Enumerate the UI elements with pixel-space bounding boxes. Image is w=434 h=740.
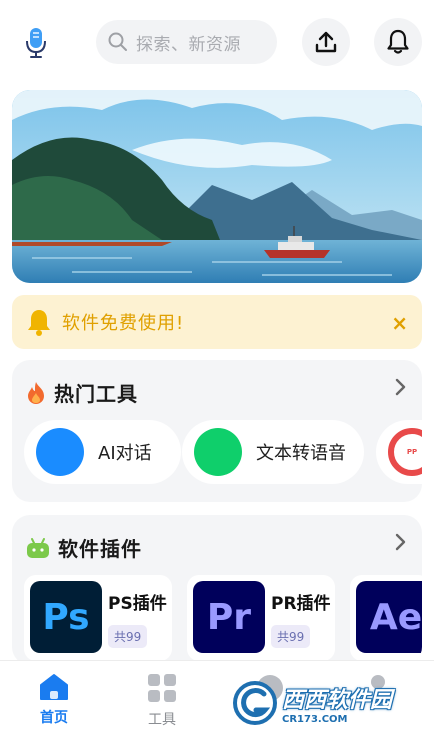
nav-tools[interactable]: 工具 <box>132 673 192 729</box>
tool-item-partial[interactable]: PP <box>376 420 422 484</box>
notice-close-button[interactable]: × <box>391 311 408 335</box>
plugin-count: 共99 <box>271 625 311 648</box>
tool-text-to-speech[interactable]: 文本转语音 <box>182 420 364 484</box>
chevron-right-icon[interactable] <box>394 378 406 396</box>
after-effects-logo: Ae <box>356 581 422 653</box>
watermark-url: CR173.COM <box>282 713 348 725</box>
watermark-text: 西西软件园 <box>282 687 393 713</box>
grid-icon <box>148 674 176 702</box>
fire-icon <box>28 381 44 404</box>
home-icon <box>40 674 68 700</box>
notice-bar: 软件免费使用! × <box>12 295 422 349</box>
plugin-count: 共99 <box>108 625 148 648</box>
search-bar[interactable]: 探索、新资源 <box>96 20 277 64</box>
plugin-name: PS插件 <box>108 594 167 614</box>
nav-label: 首页 <box>40 710 68 726</box>
notice-text: 软件免费使用! <box>62 313 185 334</box>
bell-icon <box>387 29 409 54</box>
android-icon <box>27 537 49 558</box>
mic-icon <box>26 28 46 58</box>
premiere-logo: Pr <box>193 581 265 653</box>
upload-icon <box>315 31 337 53</box>
plugin-name: PR插件 <box>271 594 331 614</box>
tool-label: AI对话 <box>98 443 152 464</box>
nav-label: 工具 <box>148 712 176 728</box>
tool-ai-chat[interactable]: AI对话 <box>24 420 181 484</box>
plugins-header: 软件插件 <box>26 533 142 562</box>
notification-button[interactable] <box>374 18 422 66</box>
tool-icon <box>36 428 84 476</box>
upload-button[interactable] <box>302 18 350 66</box>
nav-home[interactable]: 首页 <box>24 673 84 727</box>
watermark-logo-icon <box>233 681 277 725</box>
hot-tools-title: 热门工具 <box>54 382 138 406</box>
search-placeholder: 探索、新资源 <box>136 34 241 55</box>
search-icon <box>108 32 127 51</box>
landscape-illustration <box>12 90 422 283</box>
photoshop-logo: Ps <box>30 581 102 653</box>
banner-image[interactable] <box>12 90 422 283</box>
hot-tools-header: 热门工具 <box>26 378 138 407</box>
watermark: 西西软件园 CR173.COM <box>232 674 428 732</box>
plugin-ae[interactable]: Ae <box>350 575 422 661</box>
plugin-ps[interactable]: Ps PS插件 共99 <box>24 575 172 661</box>
tool-label: 文本转语音 <box>256 443 346 464</box>
voice-button[interactable] <box>22 26 50 60</box>
tool-icon <box>194 428 242 476</box>
plugins-title: 软件插件 <box>58 537 142 561</box>
plugin-pr[interactable]: Pr PR插件 共99 <box>187 575 335 661</box>
chevron-right-icon[interactable] <box>394 533 406 551</box>
bell-icon <box>28 310 50 336</box>
top-bar: 探索、新资源 <box>0 0 434 88</box>
hot-tools-card: 热门工具 AI对话 文本转语音 PP <box>12 360 422 502</box>
plugins-card: 软件插件 Ps PS插件 共99 Pr PR插件 共99 Ae <box>12 515 422 665</box>
ppt-tool-icon: PP <box>388 428 422 476</box>
